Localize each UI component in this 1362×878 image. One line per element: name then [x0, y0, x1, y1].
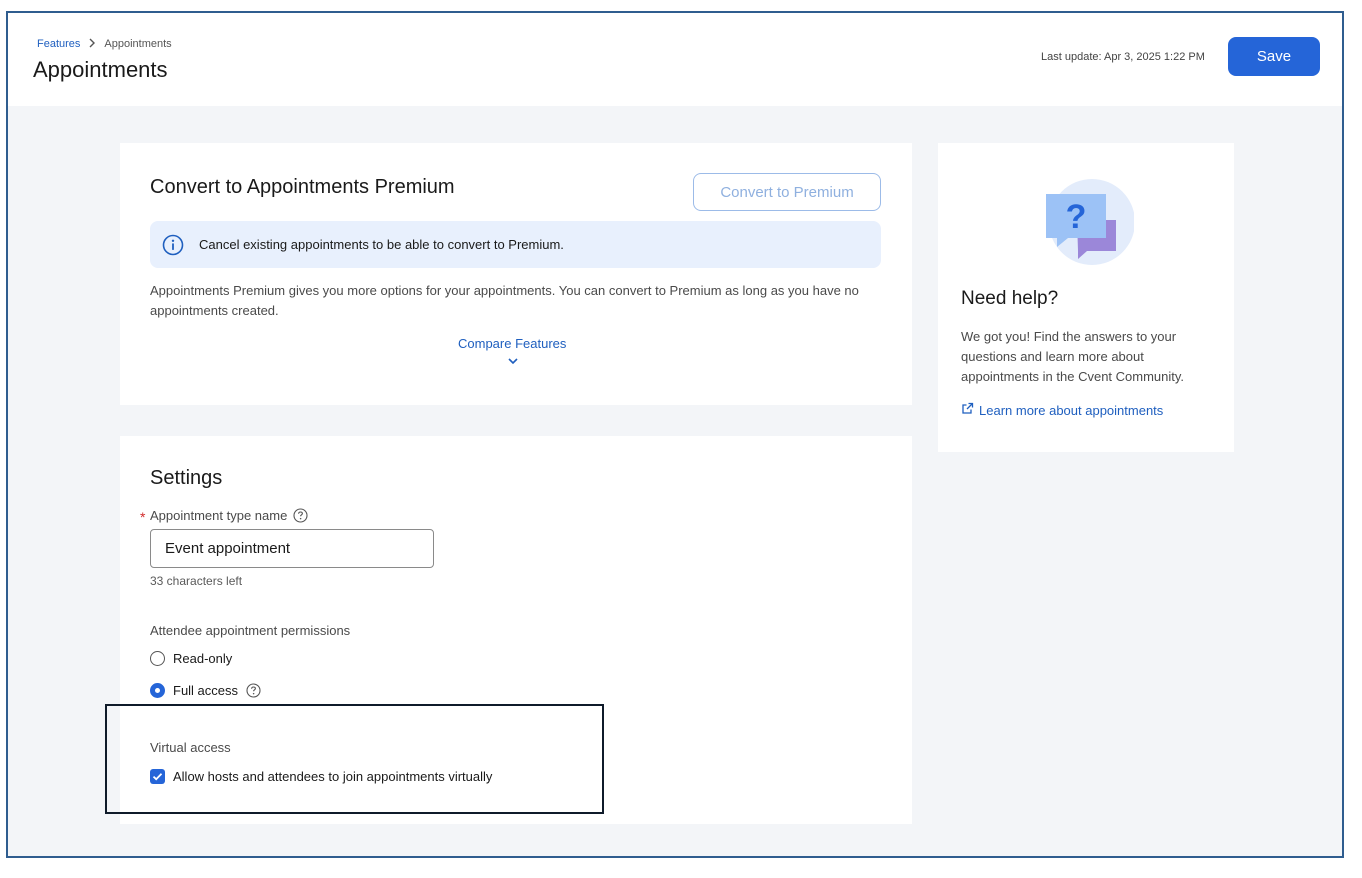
breadcrumb: Features Appointments: [37, 37, 172, 51]
radio-read-only[interactable]: Read-only: [150, 651, 232, 666]
info-icon: [162, 234, 184, 256]
premium-description: Appointments Premium gives you more opti…: [150, 283, 859, 318]
virtual-access-label: Virtual access: [150, 740, 231, 755]
help-card: ? Need help? We got you! Find the answer…: [938, 143, 1234, 452]
character-count: 33 characters left: [150, 574, 243, 588]
learn-more-link-text: Learn more about appointments: [979, 402, 1164, 418]
required-marker: *: [140, 509, 146, 525]
save-button[interactable]: Save: [1228, 37, 1320, 76]
radio-full-access-circle[interactable]: [150, 683, 165, 698]
virtual-access-checkbox-row[interactable]: Allow hosts and attendees to join appoin…: [150, 769, 492, 784]
external-link-icon: [961, 402, 974, 418]
premium-card-title: Convert to Appointments Premium: [150, 176, 455, 198]
help-circle-icon[interactable]: [246, 683, 261, 698]
appointment-type-name-label-text: Appointment type name: [150, 508, 288, 523]
app-frame: Features Appointments Appointments Last …: [6, 11, 1344, 858]
chevron-right-icon: [88, 37, 96, 51]
page-header: Features Appointments Appointments Last …: [8, 13, 1342, 106]
breadcrumb-current: Appointments: [104, 38, 172, 50]
radio-full-access-label: Full access: [173, 683, 239, 698]
virtual-access-checkbox-label: Allow hosts and attendees to join appoin…: [173, 769, 493, 784]
permissions-label: Attendee appointment permissions: [150, 623, 351, 638]
radio-read-only-circle[interactable]: [150, 651, 165, 666]
appointment-type-name-input[interactable]: [150, 529, 434, 568]
compare-features-link[interactable]: Compare Features: [458, 336, 566, 351]
settings-card: Settings * Appointment type name 33 char…: [120, 436, 912, 824]
virtual-access-checkbox[interactable]: [150, 769, 165, 784]
learn-more-link[interactable]: Learn more about appointments: [961, 402, 1163, 418]
chevron-down-icon[interactable]: [506, 356, 520, 366]
radio-full-access[interactable]: Full access: [150, 683, 261, 698]
page-title: Appointments: [33, 57, 168, 82]
help-text: We got you! Find the answers to your que…: [961, 329, 1185, 384]
appointment-type-name-label: Appointment type name: [150, 508, 308, 523]
checkmark-icon: [152, 773, 163, 781]
help-title: Need help?: [961, 288, 1059, 309]
convert-to-premium-button[interactable]: Convert to Premium: [693, 173, 881, 211]
info-banner-text: Cancel existing appointments to be able …: [199, 237, 564, 252]
settings-title: Settings: [150, 467, 223, 489]
help-circle-icon[interactable]: [293, 508, 308, 523]
premium-card: Convert to Appointments Premium Convert …: [120, 143, 912, 405]
breadcrumb-features-link[interactable]: Features: [37, 38, 80, 50]
info-banner: Cancel existing appointments to be able …: [150, 221, 881, 268]
last-update-text: Last update: Apr 3, 2025 1:22 PM: [1041, 51, 1205, 63]
svg-text:?: ?: [1066, 198, 1087, 236]
help-chat-question-icon: ?: [1038, 175, 1135, 271]
radio-read-only-label: Read-only: [173, 651, 233, 666]
